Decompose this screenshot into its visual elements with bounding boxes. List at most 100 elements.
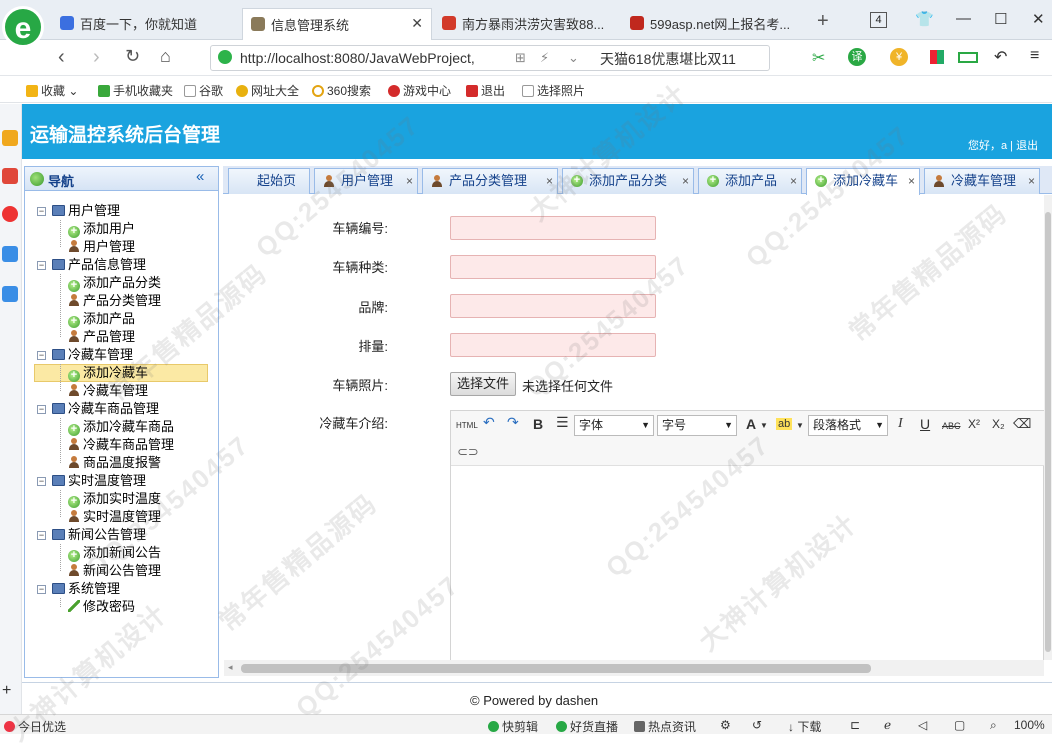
tree-toggle-icon[interactable]: − [37,585,46,594]
undo-icon[interactable]: ↶ [994,47,1007,67]
tree-toggle-icon[interactable]: − [37,351,46,360]
font-size-select[interactable]: 字号 ▼ [657,415,737,436]
content-tab-5[interactable]: + 添加冷藏车 × [806,168,920,195]
content-tab-4[interactable]: + 添加产品 × [698,168,802,194]
close-tab-icon[interactable]: × [790,169,797,193]
sidebar-mail-icon[interactable] [2,246,18,262]
nav-group-1[interactable]: 产品信息管理 [52,256,146,274]
status-download[interactable]: ↓ 下载 [788,718,821,735]
skin-icon[interactable]: 👕 [915,10,934,28]
nav-item-1-1[interactable]: 产品分类管理 [68,292,161,310]
tab-count-badge[interactable]: 4 [870,12,887,28]
browser-tab-baidu[interactable]: 百度一下，你就知道 [52,8,240,40]
back-icon[interactable]: ‹ [58,46,65,69]
tree-toggle-icon[interactable]: − [37,477,46,486]
browser-tab-active[interactable]: 信息管理系统 ✕ [242,8,432,40]
new-tab-button[interactable]: + [817,10,829,33]
bookmark-favorites[interactable]: 收藏 ⌄ [26,82,78,99]
battery-icon[interactable] [958,52,978,63]
redo-icon[interactable]: ↷ [507,414,519,431]
nav-group-0[interactable]: 用户管理 [52,202,120,220]
italic-button[interactable]: I [898,416,903,432]
status-zoom-icon[interactable]: ⌕ [990,718,997,733]
tree-toggle-icon[interactable]: − [37,207,46,216]
font-family-select[interactable]: 字体 ▼ [574,415,654,436]
status-restore-icon[interactable]: ↺ [752,718,762,732]
refresh-icon[interactable]: ↻ [125,46,140,67]
lightning-icon[interactable]: ⚡ [540,50,549,66]
vehicle-no-input[interactable] [450,216,656,240]
content-tab-6[interactable]: 冷藏车管理 × [924,168,1040,194]
nav-item-5-0[interactable]: + 添加新闻公告 [68,544,161,562]
chevron-down-icon[interactable]: ▼ [760,421,768,430]
dropdown-icon[interactable]: ⌄ [568,50,579,66]
paragraph-format-select[interactable]: 段落格式 ▼ [808,415,888,436]
undo-icon[interactable]: ↶ [483,414,495,431]
strikethrough-button[interactable]: ABC [942,421,961,431]
nav-item-3-1[interactable]: 冷藏车商品管理 [68,436,174,454]
user-greeting[interactable]: 您好，a | 退出 [968,137,1038,153]
forward-icon[interactable]: › [93,46,100,69]
nav-item-3-0[interactable]: + 添加冷藏车商品 [68,418,174,436]
bookmark-sites[interactable]: 网址大全 [236,82,299,99]
sidebar-weibo-icon[interactable] [2,206,18,222]
status-window-icon[interactable]: ▢ [954,718,965,732]
nav-item-1-0[interactable]: + 添加产品分类 [68,274,161,292]
nav-item-3-2[interactable]: 商品温度报警 [68,454,161,472]
nav-group-2[interactable]: 冷藏车管理 [52,346,133,364]
eraser-icon[interactable]: ⌫ [1013,416,1031,432]
bookmark-google[interactable]: 谷歌 [184,82,223,99]
nav-item-0-0[interactable]: + 添加用户 [68,220,135,238]
bookmark-logout[interactable]: 退出 [466,82,505,99]
sidebar-add-icon[interactable]: + [2,682,11,700]
clear-format-icon[interactable]: ☰ [556,414,569,431]
nav-item-4-0[interactable]: + 添加实时温度 [68,490,161,508]
bold-button[interactable]: B [533,416,543,432]
apps-icon[interactable] [930,50,944,64]
brand-input[interactable] [450,294,656,318]
tree-toggle-icon[interactable]: − [37,405,46,414]
bookmark-360-search[interactable]: 360搜索 [312,82,371,99]
nav-group-6[interactable]: 系统管理 [52,580,120,598]
close-window-icon[interactable]: ✕ [1032,10,1045,28]
collapse-icon[interactable]: « [196,168,204,185]
nav-item-5-1[interactable]: 新闻公告管理 [68,562,161,580]
url-text[interactable]: http://localhost:8080/JavaWebProject, [240,50,475,66]
underline-button[interactable]: U [920,416,930,432]
subscript-button[interactable]: X₂ [992,417,1005,431]
content-tab-1[interactable]: 用户管理 × [314,168,418,194]
superscript-button[interactable]: X² [968,417,980,431]
nav-item-6-0[interactable]: 修改密码 [68,598,135,616]
coin-icon[interactable]: ¥ [890,48,908,66]
horizontal-scroll-thumb[interactable] [241,664,871,673]
bookmark-games[interactable]: 游戏中心 [388,82,451,99]
translate-icon[interactable]: 译 [848,48,866,66]
status-tools-icon[interactable]: ⚙ [720,718,731,732]
sidebar-doc-icon[interactable] [2,286,18,302]
status-zoom-level[interactable]: 100% [1014,718,1045,732]
status-live[interactable]: 好货直播 [556,718,618,735]
nav-group-3[interactable]: 冷藏车商品管理 [52,400,159,418]
tree-toggle-icon[interactable]: − [37,261,46,270]
nav-item-2-1[interactable]: 冷藏车管理 [68,382,148,400]
status-screenshot-icon[interactable]: ⊏ [850,718,860,732]
html-source-button[interactable]: HTML [456,421,478,430]
sidebar-star-icon[interactable] [2,130,18,146]
browser-tab-news[interactable]: 南方暴雨洪涝灾害致88... [434,8,620,40]
close-tab-icon[interactable]: × [1028,169,1035,193]
nav-group-5[interactable]: 新闻公告管理 [52,526,146,544]
highlight-icon[interactable]: ab [776,418,793,430]
scissors-icon[interactable]: ✂ [812,48,825,68]
maximize-icon[interactable]: ☐ [994,10,1007,28]
font-color-button[interactable]: A [746,416,756,432]
vertical-scroll-thumb[interactable] [1045,212,1051,652]
tree-toggle-icon[interactable]: − [37,531,46,540]
nav-item-1-2[interactable]: + 添加产品 [68,310,135,328]
vehicle-type-input[interactable] [450,255,656,279]
chevron-down-icon[interactable]: ▼ [796,421,804,430]
browser-tab-599asp[interactable]: 599asp.net网上报名考... [622,8,802,40]
close-tab-icon[interactable]: × [908,169,915,193]
home-icon[interactable]: ⌂ [160,46,171,67]
displacement-input[interactable] [450,333,656,357]
close-tab-icon[interactable]: × [406,169,413,193]
